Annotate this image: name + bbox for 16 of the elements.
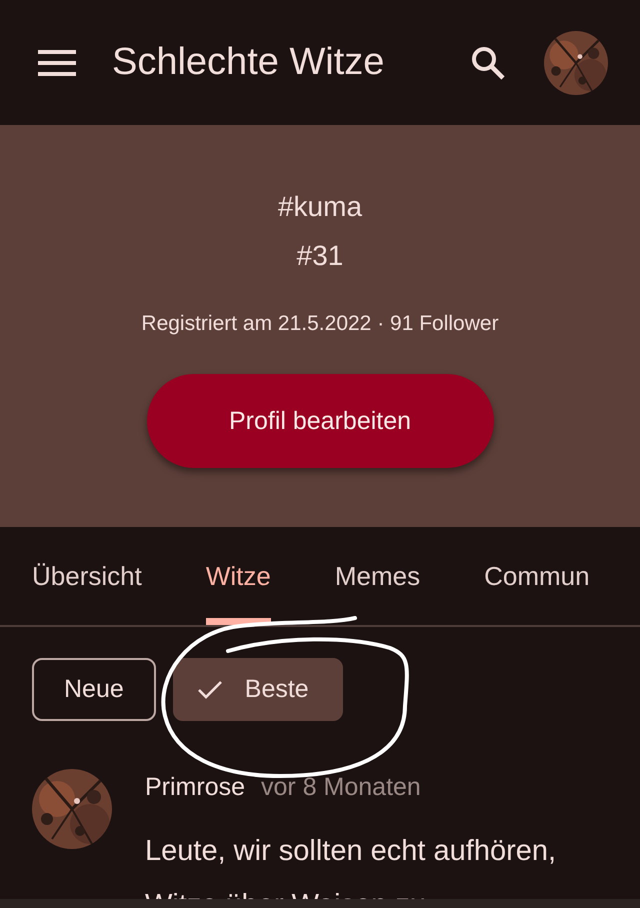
check-icon [196,680,223,700]
profile-tag: #31 [296,231,344,280]
post-time: vor 8 Monaten [261,773,421,802]
edit-profile-button[interactable]: Profil bearbeiten [146,374,494,468]
profile-tag: #kuma [278,182,362,231]
search-icon[interactable] [470,44,506,80]
filter-chip[interactable]: Beste [172,658,343,721]
post-author[interactable]: Primrose [145,773,246,802]
profile-meta: Registriert am 21.5.2022 · 91 Follower [141,312,499,336]
tab[interactable]: Memes [334,527,420,625]
filter-chip[interactable]: Neue [32,658,156,721]
app-title: Schlechte Witze [112,41,386,84]
tab[interactable]: Commun [484,527,590,625]
menu-icon[interactable] [38,50,76,76]
tab[interactable]: Witze [206,527,271,625]
tab[interactable]: Übersicht [32,527,142,625]
